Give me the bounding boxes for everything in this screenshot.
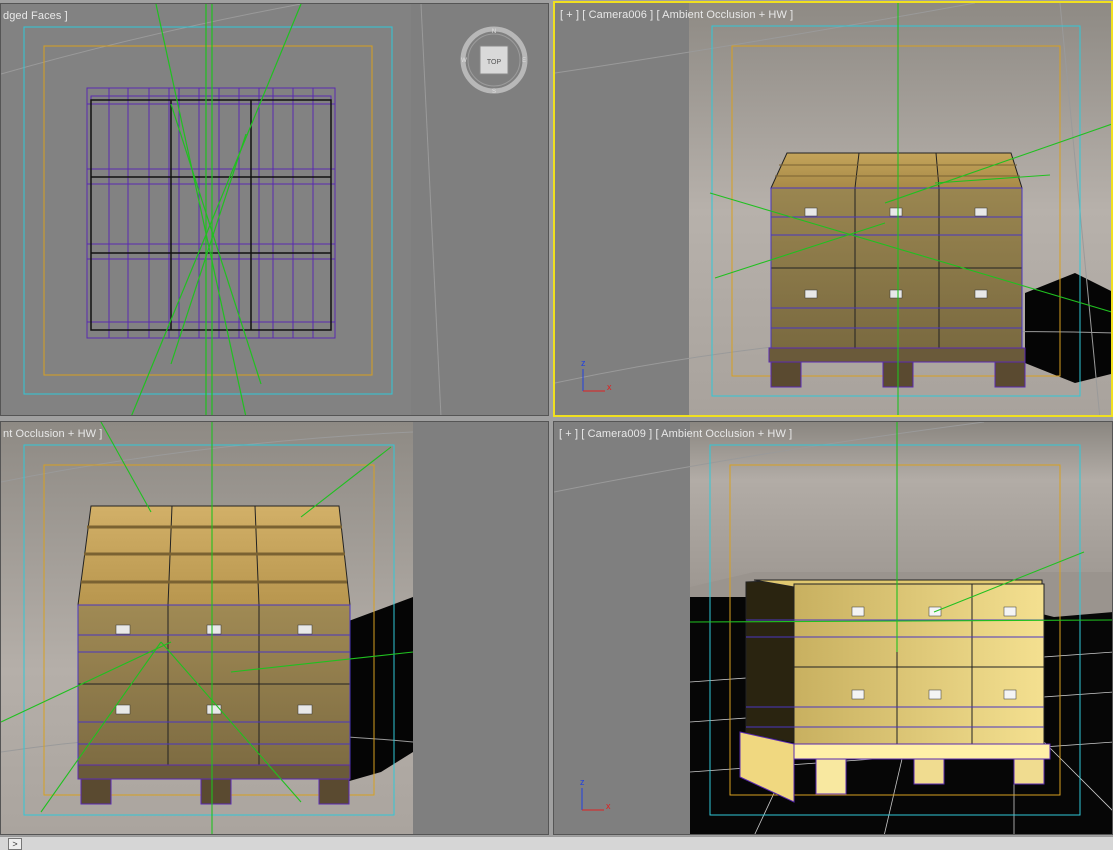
box-stack: [770, 152, 1023, 349]
viewport-label[interactable]: nt Occlusion + HW ]: [3, 428, 102, 440]
viewport-label[interactable]: dged Faces ]: [3, 10, 68, 22]
viewport-camera009-canvas: z x: [554, 422, 1112, 834]
svg-text:S: S: [492, 89, 496, 95]
svg-text:z: z: [580, 777, 585, 787]
status-bar: >: [0, 836, 1113, 850]
viewport-top-canvas: TOP N S W E: [1, 4, 528, 415]
viewport-bottom-left[interactable]: nt Occlusion + HW ]: [0, 421, 549, 835]
viewport-bottom-left-canvas: [1, 422, 548, 834]
shadow: [1025, 273, 1111, 383]
svg-text:x: x: [607, 382, 612, 392]
svg-text:W: W: [461, 58, 467, 64]
maxscript-listener-button[interactable]: >: [8, 838, 22, 850]
viewport-label[interactable]: [ + ] [ Camera009 ] [ Ambient Occlusion …: [559, 428, 792, 440]
viewport-camera006[interactable]: z x [ + ] [ Camera006 ] [ Ambient Occlus…: [553, 1, 1113, 417]
svg-text:E: E: [522, 58, 526, 64]
svg-text:N: N: [492, 29, 496, 35]
shadow: [346, 597, 413, 782]
viewport-top[interactable]: TOP N S W E dged Faces ]: [0, 3, 549, 416]
viewport-camera006-canvas: z x: [555, 3, 1111, 415]
view-cube-label[interactable]: TOP: [487, 59, 502, 66]
viewport-label[interactable]: [ + ] [ Camera006 ] [ Ambient Occlusion …: [560, 9, 793, 21]
box-stack: [77, 505, 351, 766]
svg-text:z: z: [581, 358, 586, 368]
svg-text:x: x: [606, 801, 611, 811]
box-stack: [745, 579, 1045, 745]
view-cube: TOP N S W E: [460, 26, 528, 95]
viewport-camera009[interactable]: z x [ + ] [ Camera009 ] [ Ambient Occlus…: [553, 421, 1113, 835]
render-region: [690, 422, 1112, 587]
